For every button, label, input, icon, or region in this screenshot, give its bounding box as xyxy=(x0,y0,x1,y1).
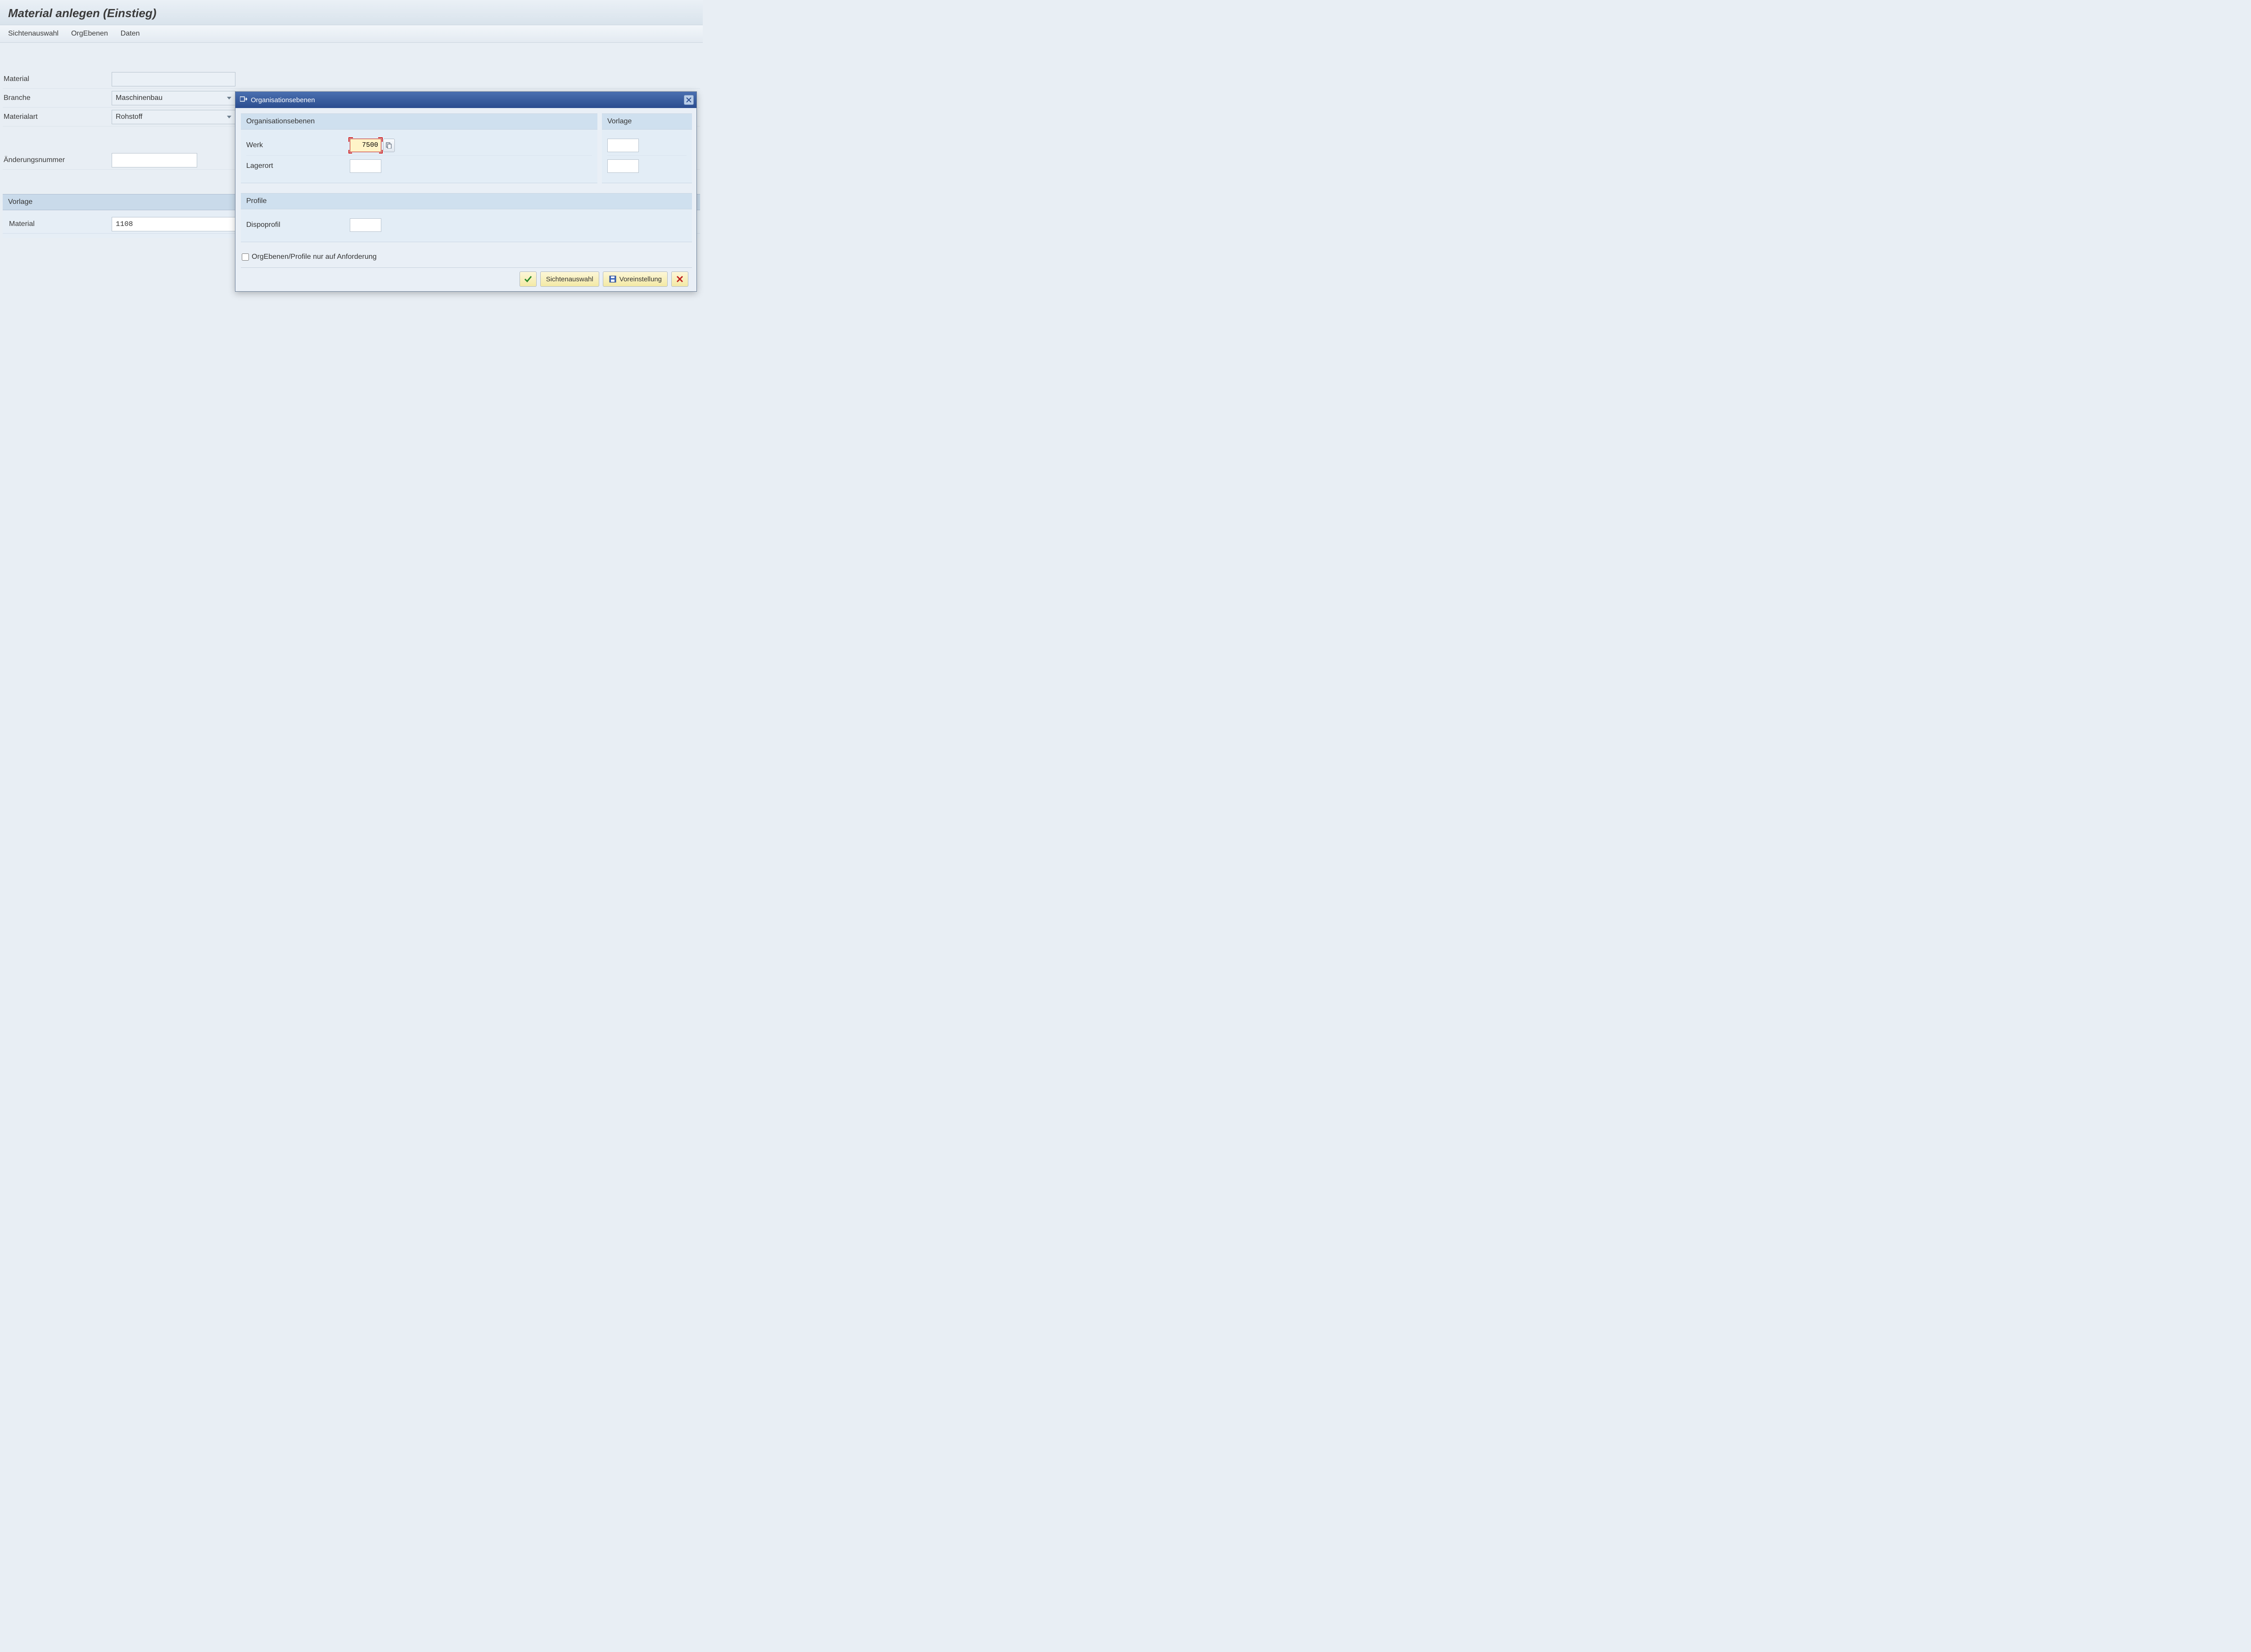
toolbar-daten[interactable]: Daten xyxy=(121,30,140,37)
vorlage-werk-input[interactable] xyxy=(607,139,639,152)
material-label: Material xyxy=(3,75,112,83)
row-dispoprofil: Dispoprofil xyxy=(246,215,687,235)
material-field[interactable] xyxy=(112,72,235,86)
aenderungsnummer-label: Änderungsnummer xyxy=(3,156,112,164)
row-vorlage-lagerort xyxy=(607,156,687,176)
dialog-button-bar: Sichtenauswahl Voreinstellung xyxy=(241,267,692,287)
dispoprofil-label: Dispoprofil xyxy=(246,221,350,229)
voreinstellung-button[interactable]: Voreinstellung xyxy=(603,271,668,287)
vorlage-material-field[interactable]: 1108 xyxy=(112,217,235,231)
branche-value: Maschinenbau xyxy=(116,94,163,102)
org-group: Organisationsebenen Werk xyxy=(241,113,597,183)
org-on-request-checkbox[interactable] xyxy=(242,253,249,261)
werk-label: Werk xyxy=(246,141,350,149)
dialog-titlebar: Organisationsebenen xyxy=(235,92,696,108)
dialog-expand-icon xyxy=(240,96,247,104)
row-werk: Werk xyxy=(246,135,592,156)
dispoprofil-input[interactable] xyxy=(350,218,381,232)
materialart-label: Materialart xyxy=(3,113,112,121)
vorlage-lagerort-input[interactable] xyxy=(607,159,639,173)
aenderungsnummer-field[interactable] xyxy=(112,153,197,167)
row-vorlage-werk xyxy=(607,135,687,156)
toolbar-sichtenauswahl[interactable]: Sichtenauswahl xyxy=(8,30,59,37)
chevron-down-icon xyxy=(227,97,231,99)
vorlage-group-header: Vorlage xyxy=(602,114,692,130)
save-icon xyxy=(609,275,617,283)
row-checkbox: OrgEbenen/Profile nur auf Anforderung xyxy=(241,250,692,267)
profile-group-header: Profile xyxy=(241,194,692,209)
org-group-header: Organisationsebenen xyxy=(241,114,597,130)
confirm-button[interactable] xyxy=(520,271,537,287)
profile-group: Profile Dispoprofil xyxy=(241,193,692,242)
chevron-down-icon xyxy=(227,116,231,118)
materialart-dropdown[interactable]: Rohstoff xyxy=(112,110,235,124)
dialog-close-button[interactable] xyxy=(684,95,694,105)
title-area: Material anlegen (Einstieg) xyxy=(0,0,703,25)
toolbar-orgebenen[interactable]: OrgEbenen xyxy=(71,30,108,37)
toolbar: Sichtenauswahl OrgEbenen Daten xyxy=(0,25,703,43)
werk-input[interactable] xyxy=(350,139,381,152)
row-material: Material xyxy=(3,70,700,89)
materialart-value: Rohstoff xyxy=(116,113,142,121)
close-icon xyxy=(676,275,683,283)
sichtenauswahl-button[interactable]: Sichtenauswahl xyxy=(540,271,599,287)
org-levels-dialog: Organisationsebenen Organisationsebenen … xyxy=(235,91,697,292)
dialog-title: Organisationsebenen xyxy=(251,96,315,104)
vorlage-group: Vorlage xyxy=(602,113,692,183)
werk-search-help-button[interactable] xyxy=(383,139,395,152)
branche-label: Branche xyxy=(3,94,112,102)
row-lagerort: Lagerort xyxy=(246,156,592,176)
lagerort-input[interactable] xyxy=(350,159,381,173)
dialog-body: Organisationsebenen Werk xyxy=(235,108,696,291)
cancel-button[interactable] xyxy=(671,271,688,287)
lagerort-label: Lagerort xyxy=(246,162,350,170)
page-title: Material anlegen (Einstieg) xyxy=(8,6,695,20)
vorlage-material-label: Material xyxy=(3,220,112,228)
org-on-request-label: OrgEbenen/Profile nur auf Anforderung xyxy=(252,253,377,261)
branche-dropdown[interactable]: Maschinenbau xyxy=(112,91,235,105)
check-icon xyxy=(524,275,532,283)
